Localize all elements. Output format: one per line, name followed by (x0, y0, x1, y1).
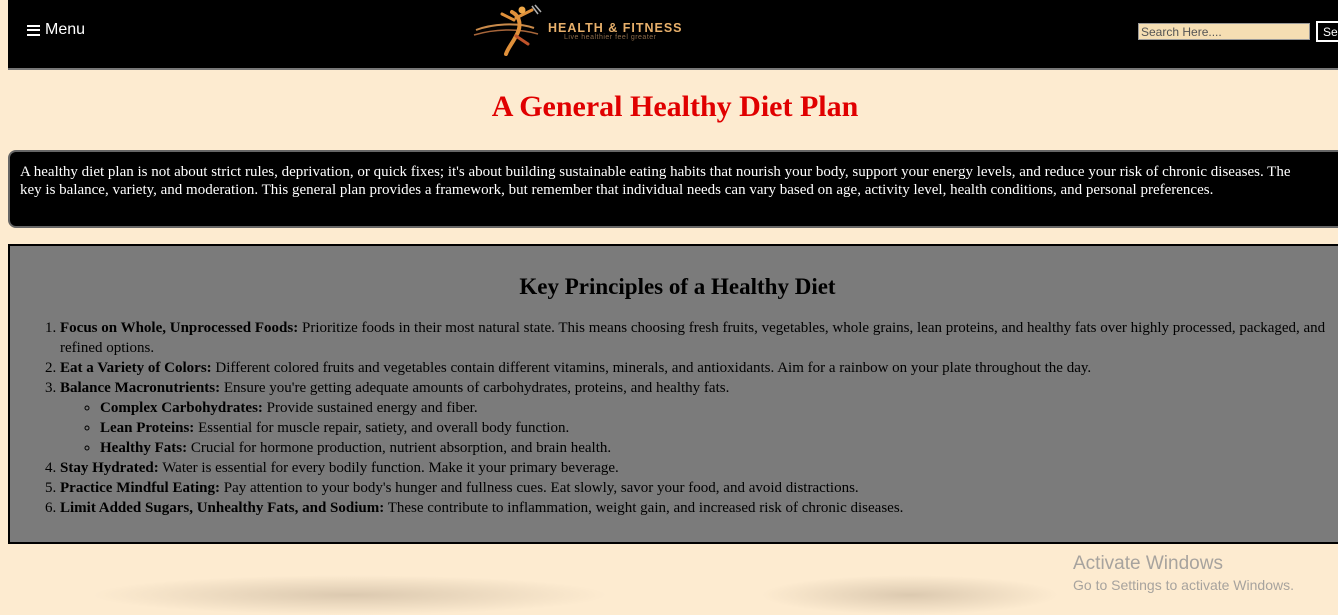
list-item: Eat a Variety of Colors: Different color… (60, 358, 1336, 378)
menu-label: Menu (45, 21, 86, 38)
decorative-shadow (90, 575, 610, 615)
list-item: Focus on Whole, Unprocessed Foods: Prior… (60, 318, 1336, 358)
menu-button[interactable]: Menu (27, 19, 85, 41)
intro-paragraph: A healthy diet plan is not about strict … (8, 150, 1338, 228)
top-navigation-bar: Menu HEALTH & FITNESS Live healthier fee… (8, 0, 1338, 70)
site-logo[interactable]: HEALTH & FITNESS Live healthier feel gre… (472, 4, 772, 56)
list-item: Stay Hydrated: Water is essential for ev… (60, 458, 1336, 478)
list-item: Healthy Fats: Crucial for hormone produc… (100, 438, 1336, 458)
logo-brand-text: HEALTH & FITNESS (548, 21, 683, 35)
list-item: Balance Macronutrients: Ensure you're ge… (60, 378, 1336, 458)
search-input[interactable] (1138, 23, 1310, 40)
macronutrients-sublist: Complex Carbohydrates: Provide sustained… (60, 398, 1336, 458)
list-item: Practice Mindful Eating: Pay attention t… (60, 478, 1336, 498)
decorative-shadow (760, 575, 1060, 615)
logo-tagline: Live healthier feel greater (564, 34, 657, 41)
list-item: Complex Carbohydrates: Provide sustained… (100, 398, 1336, 418)
principles-list: Focus on Whole, Unprocessed Foods: Prior… (10, 318, 1338, 518)
fitness-runner-logo-icon (473, 4, 542, 56)
watermark-subtitle: Go to Settings to activate Windows. (1073, 577, 1294, 593)
hamburger-menu-icon (27, 24, 40, 36)
search-button[interactable]: Search (1316, 21, 1338, 42)
watermark-title: Activate Windows (1073, 553, 1223, 574)
activate-windows-watermark: Activate Windows Go to Settings to activ… (1073, 552, 1294, 594)
list-item: Lean Proteins: Essential for muscle repa… (100, 418, 1336, 438)
list-item: Limit Added Sugars, Unhealthy Fats, and … (60, 498, 1336, 518)
page-title: A General Healthy Diet Plan (491, 90, 859, 123)
key-principles-section: Key Principles of a Healthy Diet Focus o… (8, 244, 1338, 544)
section-heading: Key Principles of a Healthy Diet (519, 274, 836, 299)
